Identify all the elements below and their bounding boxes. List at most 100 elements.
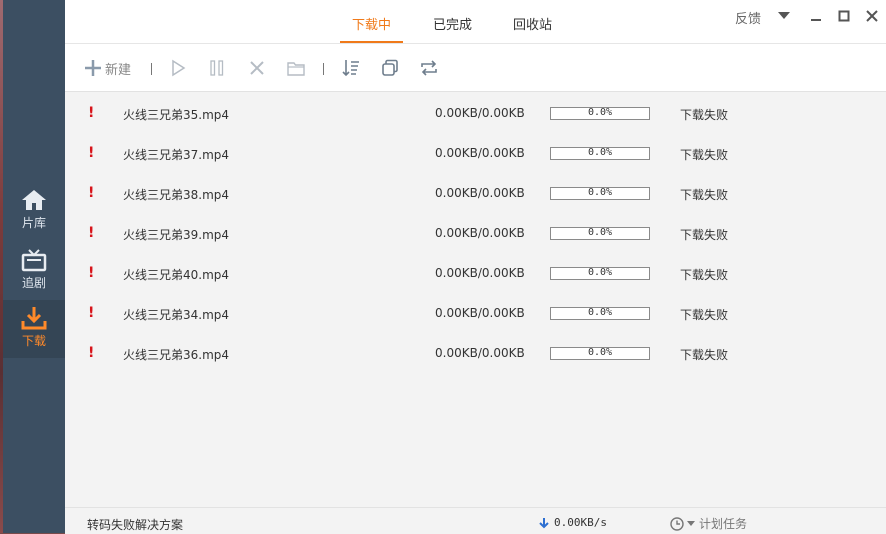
close-icon: [866, 10, 878, 22]
tab-recycle-bin[interactable]: 回收站: [513, 14, 552, 42]
minimize-button[interactable]: [808, 8, 824, 24]
scheduled-task-button[interactable]: 计划任务: [670, 515, 747, 532]
transcode-help-link[interactable]: 转码失败解决方案: [87, 516, 183, 533]
progress-bar: 0.0%: [550, 347, 650, 360]
home-icon: [19, 186, 49, 214]
sort-button[interactable]: [341, 58, 361, 78]
start-button[interactable]: [170, 58, 186, 78]
maximize-icon: [838, 10, 850, 22]
error-icon: !: [88, 345, 95, 361]
list-item[interactable]: ! 火线三兄弟38.mp4 0.00KB/0.00KB 0.0% 下载失败: [65, 173, 886, 213]
sidebar-item-library[interactable]: 片库: [3, 182, 65, 240]
download-speed: 0.00KB/s: [538, 516, 607, 529]
file-size: 0.00KB/0.00KB: [435, 306, 525, 320]
error-icon: !: [88, 105, 95, 121]
retry-button[interactable]: [419, 58, 439, 78]
download-icon: [19, 304, 49, 332]
progress-text: 0.0%: [587, 147, 613, 158]
progress-text: 0.0%: [587, 107, 613, 118]
progress-text: 0.0%: [587, 187, 613, 198]
progress-bar: 0.0%: [550, 187, 650, 200]
file-size: 0.00KB/0.00KB: [435, 226, 525, 240]
top-bar: 下载中 已完成 回收站 反馈: [65, 0, 886, 44]
delete-x-icon: [250, 61, 264, 75]
close-button[interactable]: [864, 8, 880, 24]
file-name: 火线三兄弟40.mp4: [123, 268, 230, 282]
file-name: 火线三兄弟34.mp4: [123, 308, 230, 322]
error-icon: !: [88, 225, 95, 241]
status-text: 下载失败: [680, 148, 729, 162]
refresh-icon: [421, 60, 437, 76]
progress-bar: 0.0%: [550, 267, 650, 280]
folder-icon: [287, 62, 305, 76]
play-icon: [172, 59, 186, 77]
pause-button[interactable]: [208, 58, 226, 78]
toolbar: 新建: [65, 44, 886, 92]
progress-text: 0.0%: [587, 227, 613, 238]
progress-bar: 0.0%: [550, 227, 650, 240]
file-name: 火线三兄弟37.mp4: [123, 148, 230, 162]
file-name: 火线三兄弟39.mp4: [123, 228, 230, 242]
dropdown-menu-button[interactable]: [776, 8, 792, 24]
pause-icon: [210, 60, 224, 76]
progress-text: 0.0%: [587, 307, 613, 318]
maximize-button[interactable]: [836, 8, 852, 24]
tv-icon: [19, 246, 49, 274]
sidebar-item-label: 下载: [21, 334, 46, 348]
file-size: 0.00KB/0.00KB: [435, 266, 525, 280]
chevron-down-icon: [778, 12, 790, 19]
file-size: 0.00KB/0.00KB: [435, 346, 525, 360]
file-name: 火线三兄弟36.mp4: [123, 348, 230, 362]
list-item[interactable]: ! 火线三兄弟36.mp4 0.00KB/0.00KB 0.0% 下载失败: [65, 333, 886, 373]
delete-button[interactable]: [248, 58, 266, 78]
sort-icon: [342, 60, 359, 77]
error-icon: !: [88, 265, 95, 281]
error-icon: !: [88, 305, 95, 321]
toolbar-divider: [323, 63, 324, 75]
list-item[interactable]: ! 火线三兄弟39.mp4 0.00KB/0.00KB 0.0% 下载失败: [65, 213, 886, 253]
status-text: 下载失败: [680, 348, 729, 362]
sidebar-item-label: 片库: [21, 216, 46, 230]
new-task-button[interactable]: 新建: [83, 58, 131, 78]
status-text: 下载失败: [680, 308, 729, 322]
file-size: 0.00KB/0.00KB: [435, 186, 525, 200]
error-icon: !: [88, 145, 95, 161]
tab-downloading[interactable]: 下载中: [339, 14, 404, 43]
list-item[interactable]: ! 火线三兄弟40.mp4 0.00KB/0.00KB 0.0% 下载失败: [65, 253, 886, 293]
copy-button[interactable]: [381, 58, 399, 78]
progress-bar: 0.0%: [550, 307, 650, 320]
file-size: 0.00KB/0.00KB: [435, 146, 525, 160]
progress-text: 0.0%: [587, 347, 613, 358]
status-text: 下载失败: [680, 228, 729, 242]
new-task-label: 新建: [105, 62, 132, 78]
tab-completed[interactable]: 已完成: [433, 14, 472, 42]
status-bar: 转码失败解决方案 0.00KB/s 计划任务: [65, 507, 886, 534]
speed-value: 0.00KB/s: [554, 516, 607, 529]
minimize-icon: [811, 19, 821, 21]
feedback-link[interactable]: 反馈: [735, 8, 761, 27]
progress-bar: 0.0%: [550, 107, 650, 120]
copy-icon: [382, 59, 398, 76]
file-name: 火线三兄弟38.mp4: [123, 188, 230, 202]
list-item[interactable]: ! 火线三兄弟35.mp4 0.00KB/0.00KB 0.0% 下载失败: [65, 93, 886, 133]
sidebar-item-download[interactable]: 下载: [3, 300, 65, 358]
download-list: ! 火线三兄弟35.mp4 0.00KB/0.00KB 0.0% 下载失败 ! …: [65, 92, 886, 507]
list-item[interactable]: ! 火线三兄弟34.mp4 0.00KB/0.00KB 0.0% 下载失败: [65, 293, 886, 333]
status-text: 下载失败: [680, 108, 729, 122]
file-size: 0.00KB/0.00KB: [435, 106, 525, 120]
chevron-down-icon: [687, 520, 695, 526]
progress-bar: 0.0%: [550, 147, 650, 160]
main-panel: 下载中 已完成 回收站 反馈 新建 ! 火线三兄弟35.mp4 0.00KB/0…: [65, 0, 886, 534]
error-icon: !: [88, 185, 95, 201]
sidebar-item-series[interactable]: 追剧: [3, 242, 65, 300]
sidebar: 片库 追剧 下载: [3, 0, 65, 533]
progress-text: 0.0%: [587, 267, 613, 278]
open-folder-button[interactable]: [287, 58, 305, 78]
arrow-down-icon: [539, 517, 549, 528]
file-name: 火线三兄弟35.mp4: [123, 108, 230, 122]
sidebar-item-label: 追剧: [21, 276, 46, 290]
clock-icon: [670, 516, 684, 531]
status-text: 下载失败: [680, 268, 729, 282]
scheduled-task-label: 计划任务: [699, 517, 748, 531]
list-item[interactable]: ! 火线三兄弟37.mp4 0.00KB/0.00KB 0.0% 下载失败: [65, 133, 886, 173]
